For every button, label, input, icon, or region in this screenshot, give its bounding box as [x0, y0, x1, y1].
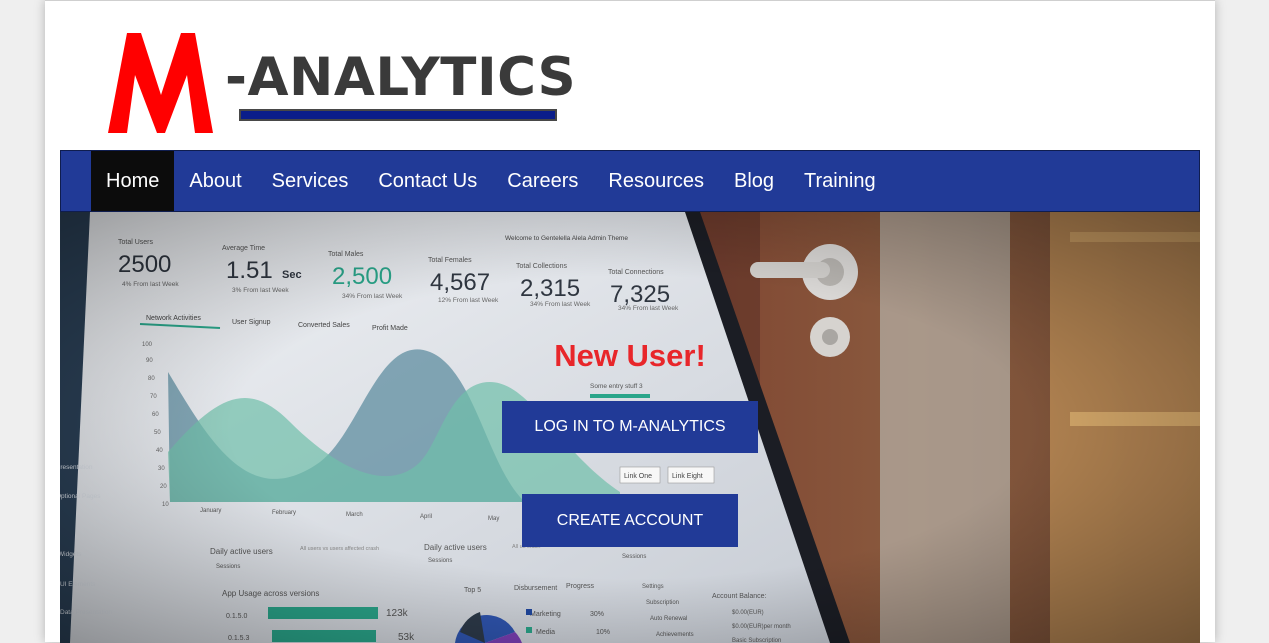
nav-item-about[interactable]: About — [174, 151, 256, 211]
hero-section: Total Users 2500 Average Time 1.51 Sec T… — [60, 212, 1200, 643]
nav-item-careers[interactable]: Careers — [492, 151, 593, 211]
nav-item-resources[interactable]: Resources — [593, 151, 719, 211]
create-account-button[interactable]: CREATE ACCOUNT — [522, 494, 738, 547]
nav-item-services[interactable]: Services — [257, 151, 364, 211]
nav-item-blog[interactable]: Blog — [719, 151, 789, 211]
logo-m-letter — [108, 33, 213, 133]
nav-item-home[interactable]: Home — [91, 151, 175, 211]
logo-text: -ANALYTICS — [225, 47, 577, 108]
page-container: -ANALYTICS Home About Services Contact U… — [45, 0, 1215, 643]
hero-title: New User! — [554, 338, 706, 373]
nav-item-training[interactable]: Training — [789, 151, 891, 211]
nav-item-contact-us[interactable]: Contact Us — [363, 151, 492, 211]
login-button[interactable]: LOG IN TO M-ANALYTICS — [502, 401, 758, 453]
logo-underline — [239, 109, 557, 121]
site-logo[interactable]: -ANALYTICS — [105, 29, 625, 139]
main-navigation: Home About Services Contact Us Careers R… — [60, 150, 1200, 212]
